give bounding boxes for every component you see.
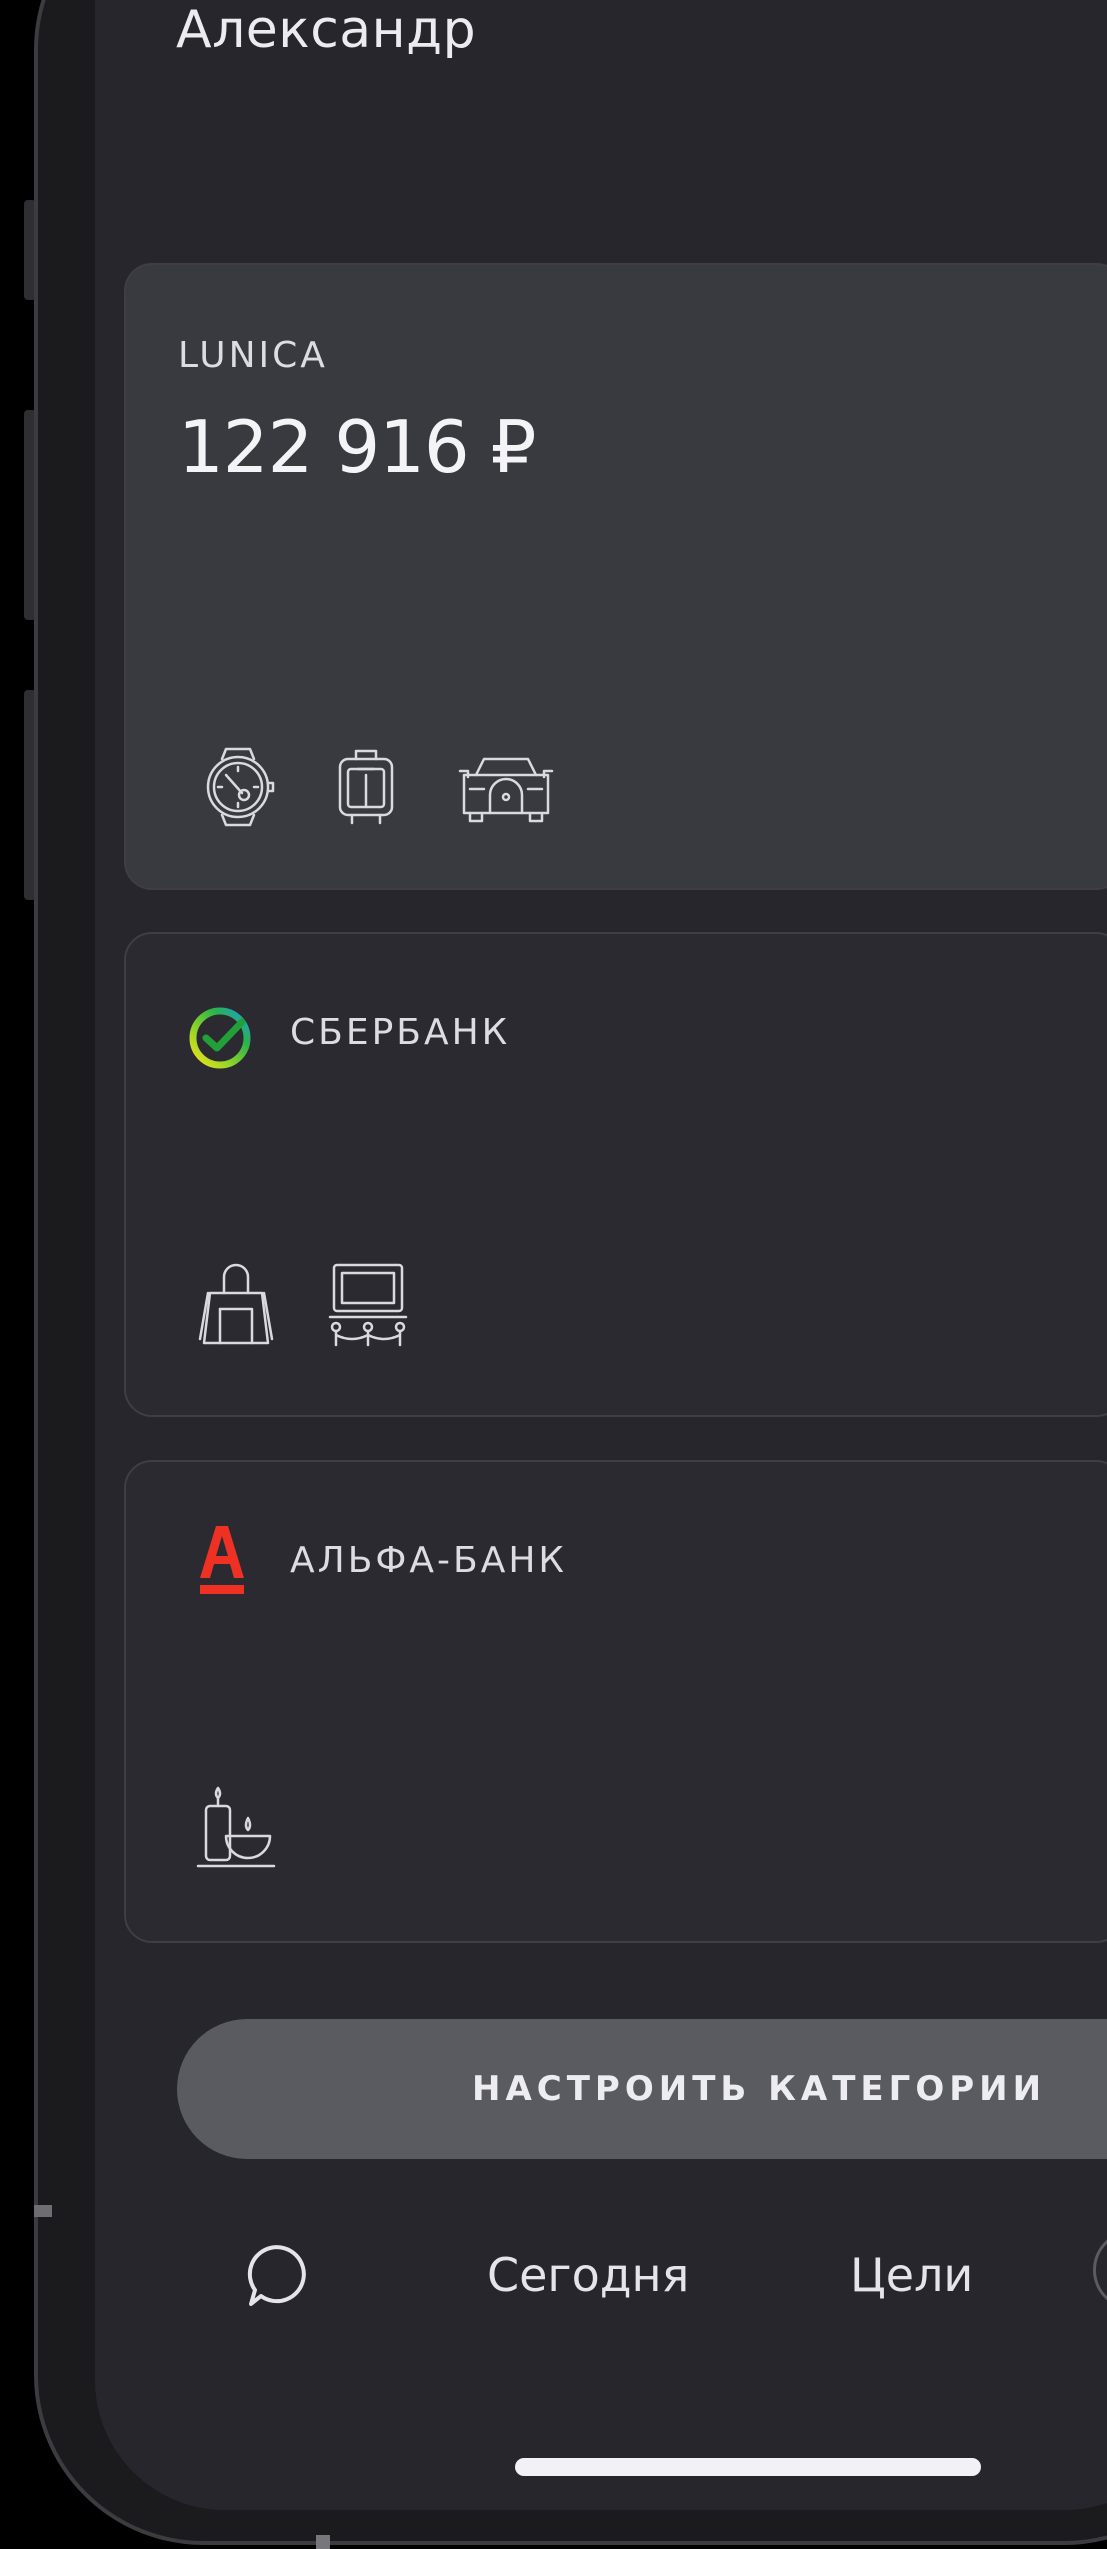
frame-antenna-line bbox=[34, 2205, 52, 2217]
sberbank-logo-icon bbox=[186, 1004, 254, 1072]
cinema-icon bbox=[326, 1259, 410, 1349]
configure-categories-button[interactable]: НАСТРОИТЬ КАТЕГОРИИ bbox=[177, 2019, 1107, 2159]
tab-goals[interactable]: Цели bbox=[850, 2248, 973, 2302]
spa-candle-icon bbox=[194, 1784, 278, 1874]
frame-antenna-line-bottom bbox=[316, 2535, 330, 2549]
car-icon bbox=[454, 745, 558, 829]
watch-icon bbox=[198, 745, 278, 829]
account-label: СБЕРБАНК bbox=[290, 1012, 511, 1053]
chat-bubble-icon[interactable] bbox=[245, 2242, 311, 2312]
shopping-bag-icon bbox=[194, 1259, 278, 1349]
account-card-alfa-bank[interactable]: АЛЬФА-БАНК bbox=[124, 1460, 1107, 1943]
alfa-bank-logo-icon bbox=[198, 1522, 246, 1596]
suitcase-icon bbox=[326, 745, 406, 829]
tab-today[interactable]: Сегодня bbox=[487, 2248, 689, 2302]
account-balance: 122 916 ₽ bbox=[178, 405, 536, 489]
profile-circle-icon[interactable] bbox=[1093, 2230, 1107, 2310]
account-card-sberbank[interactable]: СБЕРБАНК bbox=[124, 932, 1107, 1417]
account-label: LUNICA bbox=[178, 335, 328, 376]
tab-bar: Сегодня Цели bbox=[0, 2230, 1107, 2340]
app-screen: Александр LUNICA 122 916 ₽ СБЕРБАНК АЛЬФ… bbox=[0, 0, 1107, 2549]
account-label: АЛЬФА-БАНК bbox=[290, 1540, 567, 1581]
user-name: Александр bbox=[176, 0, 477, 60]
account-card-lunica[interactable]: LUNICA 122 916 ₽ bbox=[124, 263, 1107, 890]
home-indicator[interactable] bbox=[515, 2458, 981, 2476]
